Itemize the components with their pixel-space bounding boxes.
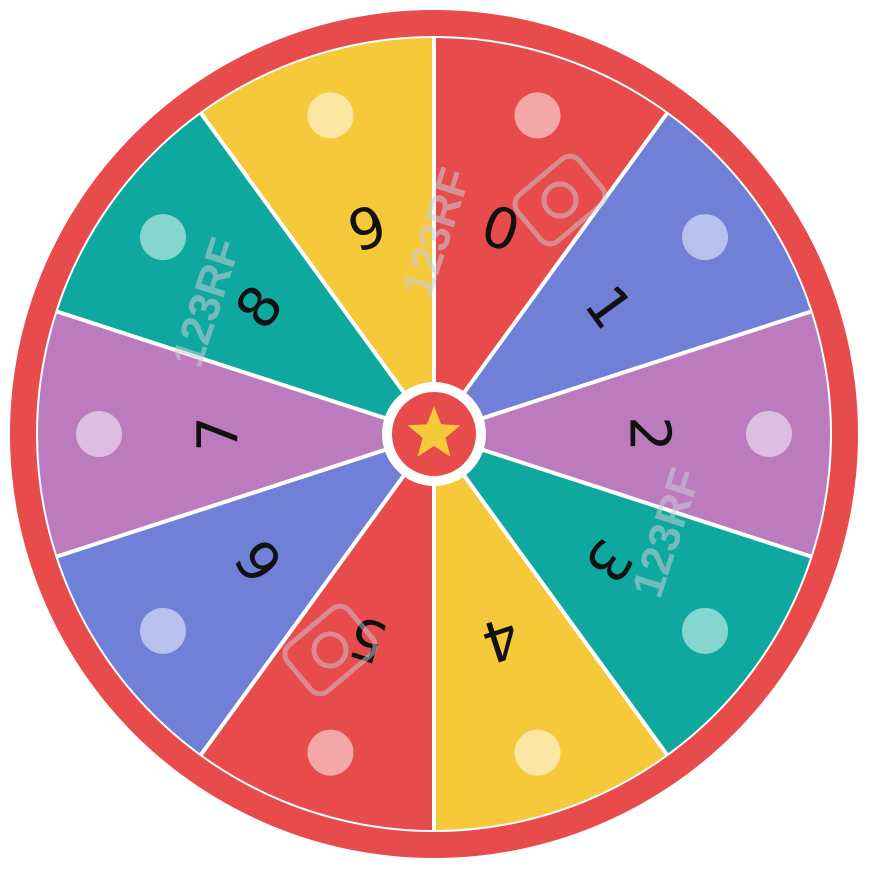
segment-number: 2 bbox=[617, 416, 682, 452]
segment-dot bbox=[139, 607, 186, 654]
wheel-hub[interactable] bbox=[382, 382, 486, 486]
segment-dot bbox=[139, 214, 186, 261]
segment-dot bbox=[514, 92, 561, 139]
segment-dot bbox=[307, 92, 354, 139]
spin-wheel[interactable]: 0123456789 123RF 123RF 123RF bbox=[0, 0, 869, 869]
segment-dot bbox=[682, 607, 729, 654]
segment-dot bbox=[682, 214, 729, 261]
segment-dot bbox=[76, 411, 122, 457]
segment-dot bbox=[746, 411, 792, 457]
segment-number: 7 bbox=[187, 416, 252, 452]
segment-dot bbox=[307, 729, 354, 776]
segment-dot bbox=[514, 729, 561, 776]
